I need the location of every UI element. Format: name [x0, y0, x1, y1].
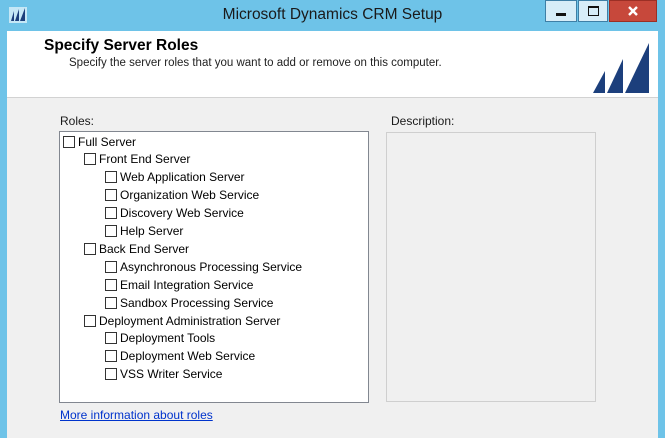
role-checkbox[interactable] — [105, 171, 117, 184]
role-checkbox[interactable] — [105, 207, 117, 220]
role-label: Back End Server — [99, 241, 190, 256]
role-label: Organization Web Service — [120, 188, 260, 203]
role-item[interactable]: Organization Web Service — [105, 187, 259, 204]
role-item[interactable]: Deployment Tools — [105, 330, 215, 347]
role-checkbox[interactable] — [105, 189, 117, 202]
role-item[interactable]: Front End Server — [84, 151, 190, 168]
role-label: Help Server — [120, 224, 184, 238]
role-item[interactable]: Deployment Administration Server — [84, 312, 280, 329]
page-subtitle: Specify the server roles that you want t… — [69, 57, 442, 69]
role-checkbox[interactable] — [63, 135, 75, 148]
role-item[interactable]: Email Integration Service — [105, 276, 253, 293]
role-label: Discovery Web Service — [120, 206, 244, 221]
close-icon — [628, 6, 638, 16]
minimize-button[interactable] — [545, 0, 577, 22]
role-checkbox[interactable] — [105, 368, 117, 381]
minimize-icon — [556, 12, 566, 16]
role-label: Deployment Tools — [120, 331, 216, 346]
role-item[interactable]: Web Application Server — [105, 169, 245, 186]
description-box — [386, 132, 596, 402]
role-label: Full Server — [78, 134, 137, 149]
content-panel: Roles: Description: Full Server Front End… — [7, 97, 658, 438]
role-item[interactable]: Deployment Web Service — [105, 348, 255, 365]
role-label: Sandbox Processing Service — [120, 295, 274, 310]
role-checkbox[interactable] — [84, 153, 96, 166]
roles-tree[interactable]: Full Server Front End Server Web Applicati… — [59, 131, 369, 403]
role-item[interactable]: Discovery Web Service — [105, 205, 244, 222]
role-checkbox[interactable] — [105, 225, 117, 237]
role-checkbox[interactable] — [105, 296, 117, 309]
role-checkbox[interactable] — [84, 242, 96, 255]
description-text — [387, 133, 595, 141]
role-label: Email Integration Service — [120, 277, 254, 292]
role-label: Web Application Server — [120, 170, 245, 185]
header-panel: Specify Server Roles Specify the server … — [7, 31, 658, 97]
role-item[interactable]: Back End Server — [84, 240, 189, 257]
roles-label: Roles: — [60, 114, 95, 128]
maximize-button[interactable] — [578, 0, 608, 22]
page-title: Specify Server Roles — [44, 37, 199, 54]
role-label: VSS Writer Service — [120, 367, 223, 382]
role-item[interactable]: Help Server — [105, 223, 183, 240]
role-checkbox[interactable] — [105, 278, 117, 291]
role-checkbox[interactable] — [105, 332, 117, 345]
role-checkbox[interactable] — [84, 314, 96, 327]
role-label: Front End Server — [99, 152, 191, 167]
role-item[interactable]: Asynchronous Processing Service — [105, 258, 302, 275]
role-item[interactable]: VSS Writer Service — [105, 366, 222, 383]
description-label: Description: — [391, 114, 455, 128]
role-label: Deployment Web Service — [120, 349, 256, 364]
title-bar: Microsoft Dynamics CRM Setup — [0, 0, 665, 31]
maximize-icon — [587, 6, 599, 16]
role-item[interactable]: Full Server — [63, 133, 136, 150]
more-info-roles-link[interactable]: More information about roles — [60, 408, 213, 422]
role-checkbox[interactable] — [105, 350, 117, 363]
role-label: Deployment Administration Server — [99, 313, 281, 328]
role-label: Asynchronous Processing Service — [120, 259, 303, 274]
dynamics-logo-icon — [593, 43, 649, 93]
role-checkbox[interactable] — [105, 260, 117, 273]
role-item[interactable]: Sandbox Processing Service — [105, 294, 273, 311]
close-button[interactable] — [609, 0, 657, 22]
